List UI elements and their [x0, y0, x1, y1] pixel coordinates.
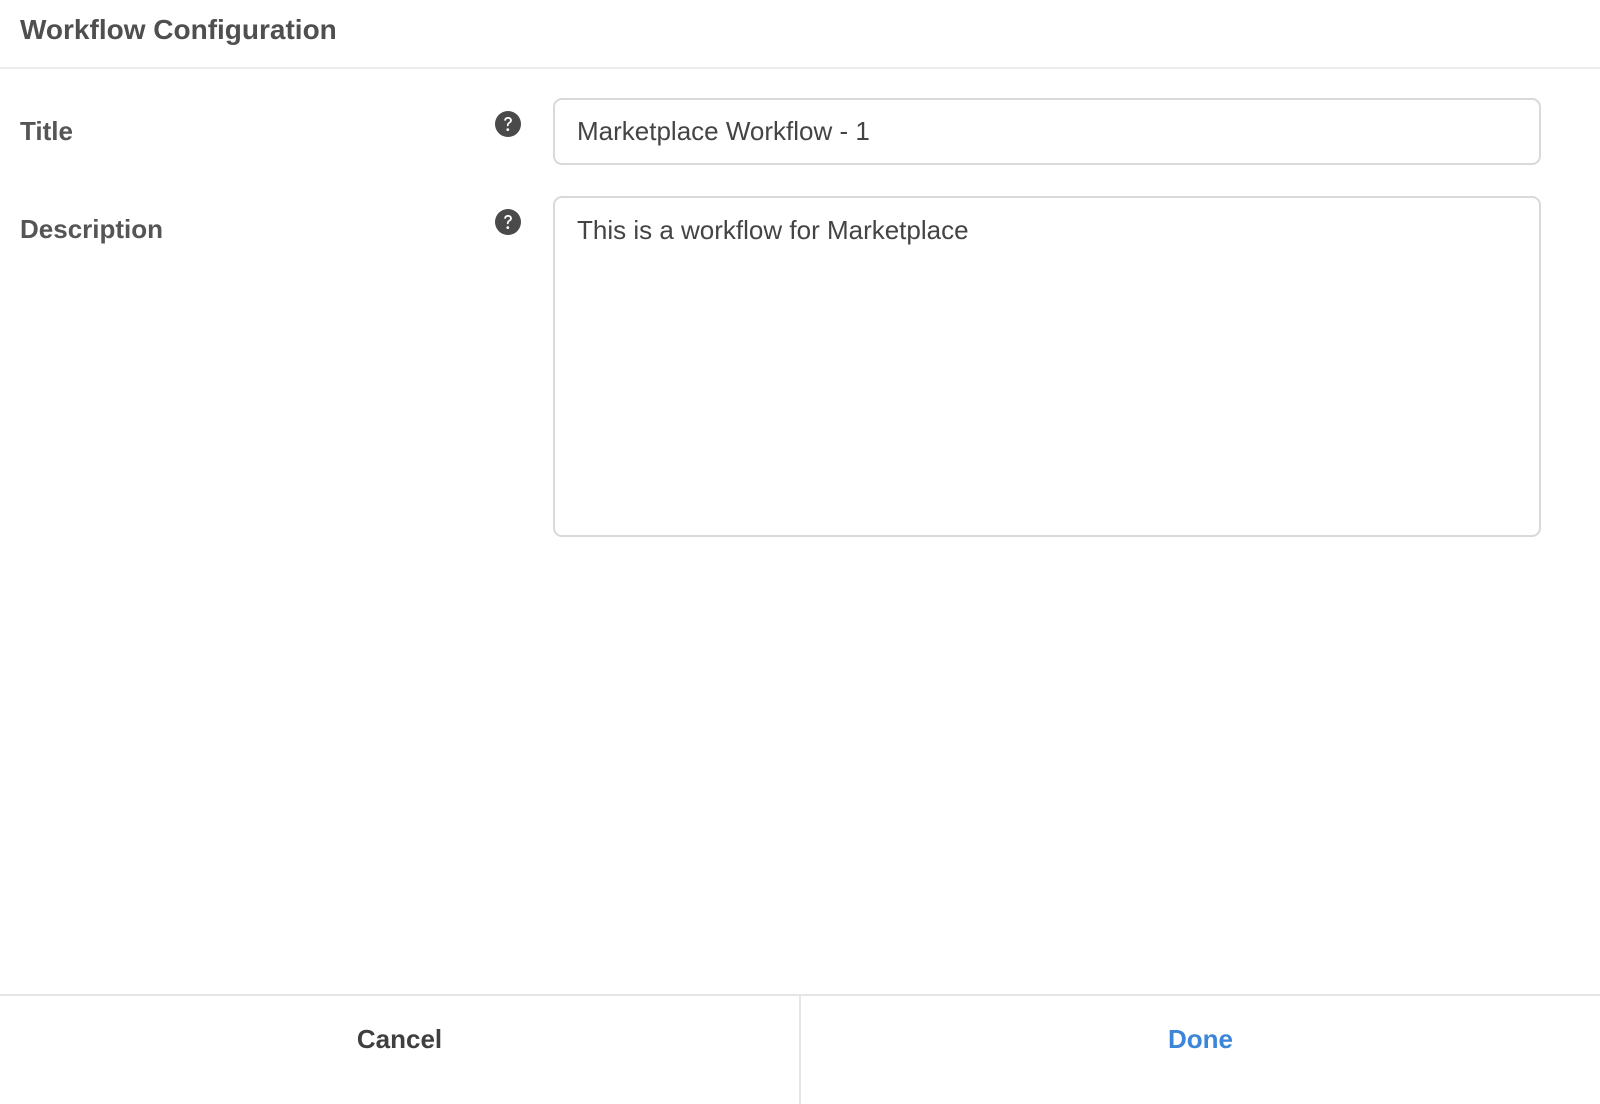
question-circle-icon[interactable]: [494, 208, 522, 236]
done-button[interactable]: Done: [801, 996, 1600, 1104]
workflow-configuration-dialog: Workflow Configuration Title Description…: [0, 0, 1600, 1104]
dialog-header: Workflow Configuration: [0, 0, 1600, 69]
title-label: Title: [20, 116, 73, 146]
description-textarea[interactable]: This is a workflow for Marketplace: [553, 196, 1541, 537]
dialog-title: Workflow Configuration: [20, 13, 337, 45]
description-label: Description: [20, 214, 164, 244]
title-input[interactable]: [553, 98, 1541, 165]
cancel-button[interactable]: Cancel: [0, 996, 801, 1104]
dialog-footer: Cancel Done: [0, 994, 1600, 1104]
question-circle-icon[interactable]: [494, 110, 522, 138]
